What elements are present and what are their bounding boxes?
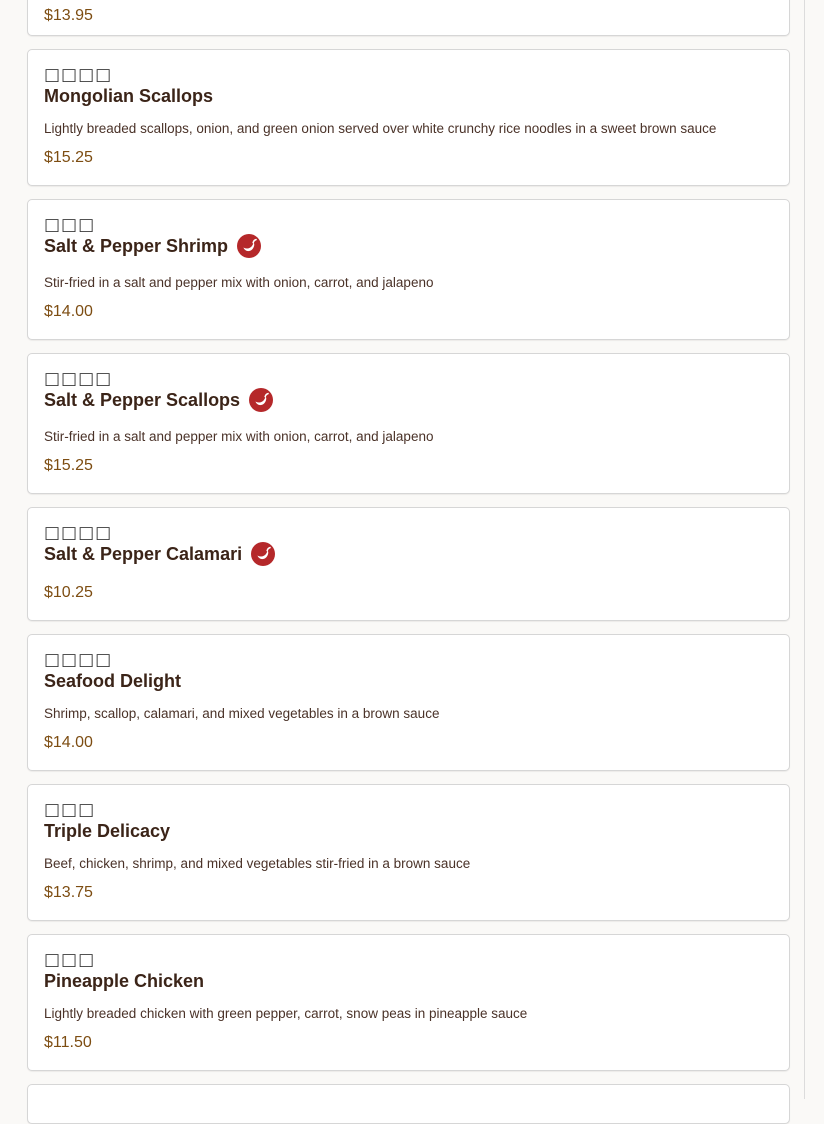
item-name-text: Pineapple Chicken xyxy=(44,971,205,991)
item-price: $15.25 xyxy=(44,457,93,474)
item-name-text: Mongolian Scallops xyxy=(44,86,214,106)
menu-item-card[interactable]: □□□□ Mongolian Scallops Lightly breaded … xyxy=(27,49,790,186)
item-name-text: Salt & Pepper Scallops xyxy=(44,389,241,410)
menu-item-card[interactable]: □□□□ Salt & Pepper Calamari $10.25 xyxy=(27,507,790,621)
item-description: Stir-fried in a salt and pepper mix with… xyxy=(44,429,434,444)
item-name: Salt & Pepper Calamari xyxy=(44,542,276,566)
menu-item-card[interactable]: □□□□ Seafood Delight Shrimp, scallop, ca… xyxy=(27,634,790,771)
item-name: Triple Delicacy xyxy=(44,821,170,842)
item-description: Shrimp, scallop, calamari, and mixed veg… xyxy=(44,706,440,721)
chili-pepper-icon xyxy=(251,542,276,566)
item-price: $14.00 xyxy=(44,303,93,320)
item-chinese-name: □□□ xyxy=(44,800,96,820)
item-description: Beef, chicken, shrimp, and mixed vegetab… xyxy=(44,856,471,871)
item-description: Stir-fried in a salt and pepper mix with… xyxy=(44,275,434,290)
menu-item-card[interactable]: □□□ Triple Delicacy Beef, chicken, shrim… xyxy=(27,784,790,921)
item-price: $15.25 xyxy=(44,149,93,166)
item-chinese-name: □□□□ xyxy=(44,650,113,670)
item-name-text: Triple Delicacy xyxy=(44,821,171,841)
menu-item-card[interactable]: $13.95 xyxy=(27,0,790,36)
menu-item-card[interactable]: □□□ Salt & Pepper Shrimp Stir-fried in a… xyxy=(27,199,790,340)
item-description: Lightly breaded scallops, onion, and gre… xyxy=(44,121,717,136)
item-chinese-name: □□□□ xyxy=(44,523,113,543)
chili-pepper-icon xyxy=(237,234,262,258)
item-name: Salt & Pepper Scallops xyxy=(44,388,274,412)
item-price: $13.95 xyxy=(44,7,93,24)
item-price: $10.25 xyxy=(44,584,93,601)
menu-item-card[interactable] xyxy=(27,1084,790,1124)
item-price: $13.75 xyxy=(44,884,93,901)
item-chinese-name: □□□□ xyxy=(44,65,113,85)
menu-list: $13.95 □□□□ Mongolian Scallops Lightly b… xyxy=(0,0,805,1124)
item-price: $11.50 xyxy=(44,1034,92,1051)
item-name-text: Seafood Delight xyxy=(44,671,182,691)
item-price: $14.00 xyxy=(44,734,93,751)
chili-pepper-icon xyxy=(249,388,274,412)
item-name: Mongolian Scallops xyxy=(44,86,213,107)
item-chinese-name: □□□ xyxy=(44,950,96,970)
item-name: Pineapple Chicken xyxy=(44,971,204,992)
item-name: Seafood Delight xyxy=(44,671,181,692)
item-chinese-name: □□□ xyxy=(44,215,96,235)
item-chinese-name: □□□□ xyxy=(44,369,113,389)
menu-item-card[interactable]: □□□ Pineapple Chicken Lightly breaded ch… xyxy=(27,934,790,1071)
item-description: Lightly breaded chicken with green peppe… xyxy=(44,1006,528,1021)
item-name-text: Salt & Pepper Shrimp xyxy=(44,235,229,256)
item-name: Salt & Pepper Shrimp xyxy=(44,234,262,258)
menu-item-card[interactable]: □□□□ Salt & Pepper Scallops Stir-fried i… xyxy=(27,353,790,494)
item-name-text: Salt & Pepper Calamari xyxy=(44,543,243,564)
